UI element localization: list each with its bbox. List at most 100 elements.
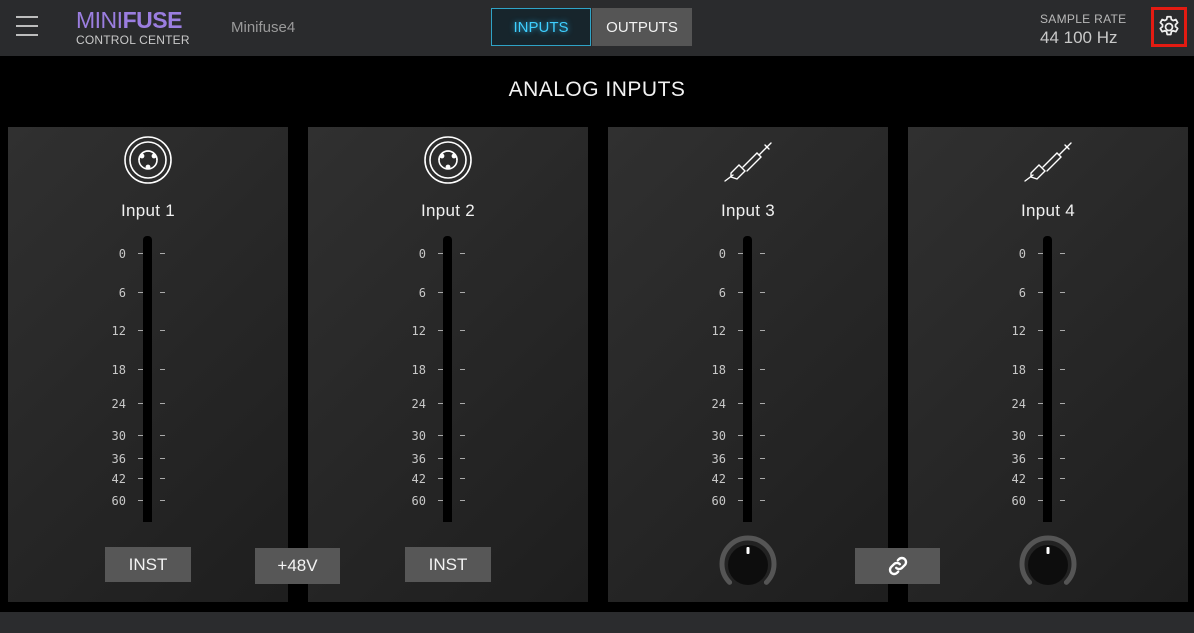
- tick-label: 36: [111, 452, 126, 466]
- xlr-combo-jack-icon: [124, 136, 172, 184]
- meter-tick: 36: [1006, 452, 1066, 466]
- tick-label: 42: [711, 472, 726, 486]
- tab-bar: INPUTS OUTPUTS: [491, 8, 692, 46]
- tick-label: 60: [411, 494, 426, 508]
- tick-label: 18: [711, 363, 726, 377]
- meter-tick: 42: [706, 472, 766, 486]
- section-title: ANALOG INPUTS: [508, 78, 686, 101]
- tick-label: 24: [411, 397, 426, 411]
- tick-label: 18: [1011, 363, 1026, 377]
- tick-label: 42: [111, 472, 126, 486]
- link-icon: [888, 556, 907, 576]
- meter-tick: 24: [1006, 397, 1066, 411]
- tick-label: 24: [711, 397, 726, 411]
- channel-name: Input 3: [720, 201, 776, 220]
- gain-knob[interactable]: [1018, 535, 1078, 595]
- xlr-combo-jack-icon: [424, 136, 472, 184]
- inst-button[interactable]: INST: [405, 547, 491, 582]
- tick-label: 6: [418, 286, 426, 300]
- tick-label: 24: [111, 397, 126, 411]
- meter-tick: 6: [406, 286, 466, 300]
- top-bar: MINIFUSE CONTROL CENTER Minifuse4 INPUTS…: [0, 0, 1194, 56]
- channel-input-4: Input 4 0 6 12 18 24 30 36 42 60: [908, 127, 1188, 602]
- tick-label: 36: [711, 452, 726, 466]
- device-name: Minifuse4: [231, 19, 296, 36]
- tick-label: 0: [418, 247, 426, 261]
- tick-label: 12: [111, 324, 126, 338]
- tick-label: 42: [1011, 472, 1026, 486]
- meter-tick: 60: [706, 494, 766, 508]
- tick-label: 18: [411, 363, 426, 377]
- tick-label: 0: [118, 247, 126, 261]
- meter-tick: 18: [106, 363, 166, 377]
- meter-tick: 18: [1006, 363, 1066, 377]
- meter-tick: 24: [706, 397, 766, 411]
- tick-label: 6: [718, 286, 726, 300]
- meter-tick: 0: [406, 247, 466, 261]
- channel-input-2: Input 2 0 6 12 18 24 30 36 42 60 INST: [308, 127, 588, 602]
- meter-tick: 18: [706, 363, 766, 377]
- jack-cable-icon: [724, 142, 772, 182]
- logo: MINIFUSE CONTROL CENTER: [76, 8, 190, 47]
- tick-label: 0: [1018, 247, 1026, 261]
- meter-tick: 12: [406, 324, 466, 338]
- logo-part2: FUSE: [122, 7, 183, 33]
- tick-label: 12: [411, 324, 426, 338]
- meter-tick: 24: [406, 397, 466, 411]
- channel-name: Input 2: [420, 201, 476, 220]
- tick-label: 12: [711, 324, 726, 338]
- meter-tick: 30: [1006, 429, 1066, 443]
- channel-name: Input 4: [1020, 201, 1076, 220]
- settings-button[interactable]: [1151, 7, 1187, 47]
- tab-inputs[interactable]: INPUTS: [491, 8, 591, 46]
- tick-label: 24: [1011, 397, 1026, 411]
- logo-subtitle: CONTROL CENTER: [76, 33, 190, 47]
- meter-tick: 30: [106, 429, 166, 443]
- tick-label: 36: [411, 452, 426, 466]
- meter-tick: 12: [1006, 324, 1066, 338]
- meter-tick: 42: [106, 472, 166, 486]
- tick-label: 60: [111, 494, 126, 508]
- inst-button[interactable]: INST: [105, 547, 191, 582]
- channel-input-3: Input 3 0 6 12 18 24 30 36 42 60: [608, 127, 888, 602]
- meter-tick: 60: [1006, 494, 1066, 508]
- hamburger-menu-icon[interactable]: [16, 16, 38, 38]
- tick-label: 36: [1011, 452, 1026, 466]
- bottom-bar: [0, 612, 1194, 633]
- meter-tick: 6: [706, 286, 766, 300]
- tab-outputs[interactable]: OUTPUTS: [592, 8, 692, 46]
- meter-tick: 36: [406, 452, 466, 466]
- logo-part1: MINI: [76, 7, 123, 33]
- channel-name: Input 1: [120, 201, 176, 220]
- tick-label: 60: [711, 494, 726, 508]
- meter-tick: 6: [1006, 286, 1066, 300]
- meter-tick: 6: [106, 286, 166, 300]
- tick-label: 6: [1018, 286, 1026, 300]
- meter-tick: 24: [106, 397, 166, 411]
- jack-cable-icon: [1024, 142, 1072, 182]
- meter-tick: 60: [106, 494, 166, 508]
- meter-tick: 12: [706, 324, 766, 338]
- meter-tick: 60: [406, 494, 466, 508]
- sample-rate-value[interactable]: 44 100 Hz: [1040, 28, 1118, 48]
- tick-label: 30: [111, 429, 126, 443]
- tick-label: 42: [411, 472, 426, 486]
- meter-tick: 36: [706, 452, 766, 466]
- tick-label: 0: [718, 247, 726, 261]
- gain-knob[interactable]: [718, 535, 778, 595]
- sample-rate-label: SAMPLE RATE: [1040, 12, 1127, 26]
- meter-tick: 30: [706, 429, 766, 443]
- tick-label: 18: [111, 363, 126, 377]
- meter-tick: 36: [106, 452, 166, 466]
- meter-tick: 30: [406, 429, 466, 443]
- phantom-power-button[interactable]: +48V: [255, 548, 340, 584]
- gear-icon: [1159, 15, 1179, 36]
- link-button[interactable]: [855, 548, 940, 584]
- meter-tick: 18: [406, 363, 466, 377]
- meter-tick: 12: [106, 324, 166, 338]
- tick-label: 12: [1011, 324, 1026, 338]
- meter-tick: 0: [1006, 247, 1066, 261]
- tick-label: 6: [118, 286, 126, 300]
- tick-label: 30: [411, 429, 426, 443]
- channel-input-1: Input 1 0 6 12 18 24 30 36 42 60 INST: [8, 127, 288, 602]
